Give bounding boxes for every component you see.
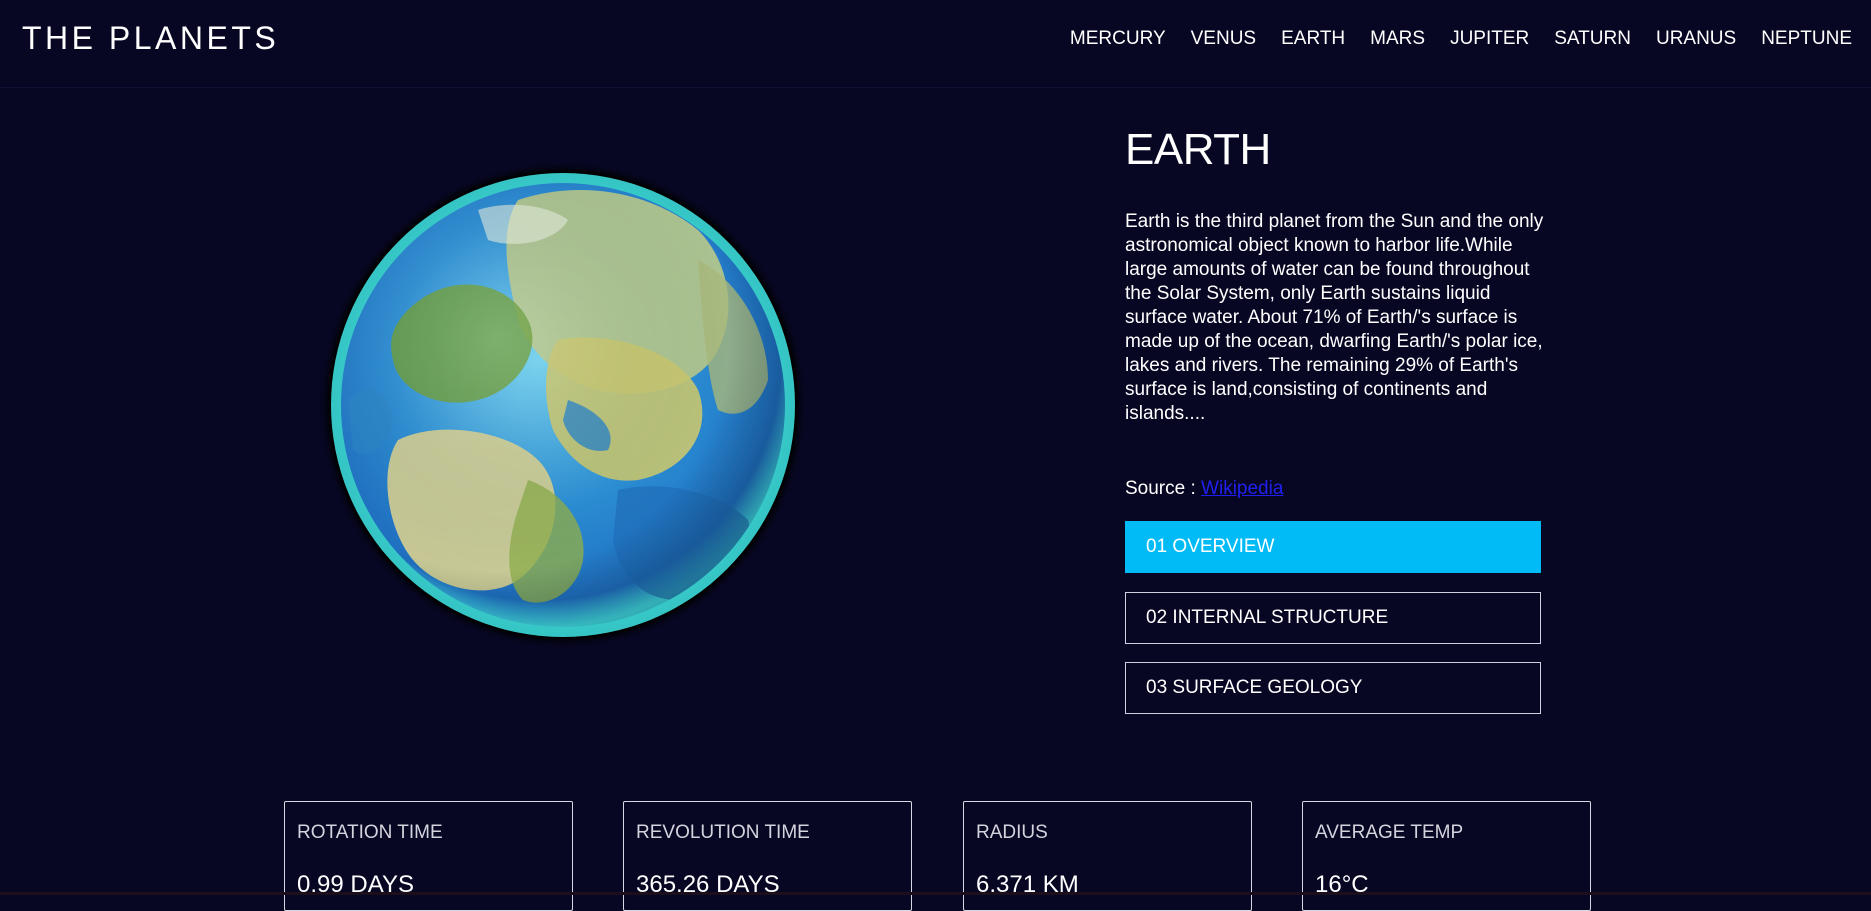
nav-item-earth[interactable]: EARTH <box>1281 28 1345 50</box>
nav-item-jupiter[interactable]: JUPITER <box>1450 28 1529 50</box>
nav-item-mercury[interactable]: MERCURY <box>1070 28 1166 50</box>
nav-item-neptune[interactable]: NEPTUNE <box>1761 28 1852 50</box>
stat-label: REVOLUTION TIME <box>636 822 810 843</box>
planet-info: EARTH Earth is the third planet from the… <box>1125 125 1545 499</box>
source-line: Source : Wikipedia <box>1125 478 1283 500</box>
nav-item-venus[interactable]: VENUS <box>1191 28 1256 50</box>
tab-internal-structure[interactable]: 02 INTERNAL STRUCTURE <box>1125 592 1541 644</box>
planet-title: EARTH <box>1125 125 1271 174</box>
earth-illustration <box>318 160 808 650</box>
nav-item-mars[interactable]: MARS <box>1370 28 1425 50</box>
site-header: THE PLANETS MERCURY VENUS EARTH MARS JUP… <box>0 0 1871 88</box>
tab-surface-geology[interactable]: 03 SURFACE GEOLOGY <box>1125 662 1541 714</box>
source-prefix: Source : <box>1125 478 1202 499</box>
planet-image <box>318 160 808 650</box>
wikipedia-link[interactable]: Wikipedia <box>1201 478 1283 499</box>
site-logo[interactable]: THE PLANETS <box>22 20 279 57</box>
tab-overview[interactable]: 01 OVERVIEW <box>1125 521 1541 573</box>
nav-item-saturn[interactable]: SATURN <box>1554 28 1631 50</box>
nav-item-uranus[interactable]: URANUS <box>1656 28 1736 50</box>
stat-label: AVERAGE TEMP <box>1315 822 1464 843</box>
planet-nav: MERCURY VENUS EARTH MARS JUPITER SATURN … <box>1070 28 1852 50</box>
planet-description: Earth is the third planet from the Sun a… <box>1125 211 1544 424</box>
stat-label: RADIUS <box>976 822 1048 843</box>
stat-label: ROTATION TIME <box>297 822 443 843</box>
